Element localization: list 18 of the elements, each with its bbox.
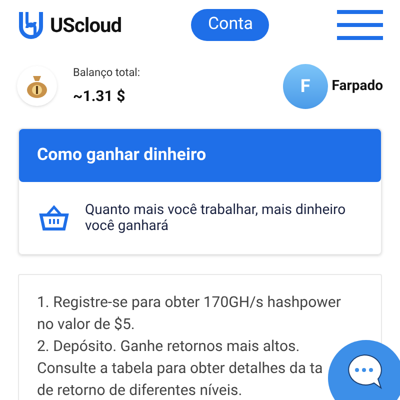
brand-name: UScloud — [50, 12, 122, 39]
account-button[interactable]: Conta — [191, 9, 270, 41]
balance-amount: ~1.31 $ — [73, 86, 126, 107]
user-avatar: F — [282, 64, 328, 108]
logo-icon — [18, 10, 44, 40]
step-text-line: 1. Registre-se para obter 170GH/s hashpower — [37, 292, 341, 313]
step-text-line: no valor de $5. — [37, 314, 135, 335]
step-text-line: Consulte a tabela para obter detalhes da ta — [37, 358, 323, 379]
chat-button[interactable] — [328, 340, 400, 400]
step-text-line: de retorno de diferentes níveis. — [37, 380, 242, 400]
card-header: Como ganhar dinheiro — [19, 129, 381, 182]
menu-icon[interactable] — [337, 10, 383, 40]
step-text-line: 2. Depósito. Ganhe retornos mais altos. — [37, 336, 300, 357]
user-name: Farpado — [332, 76, 383, 96]
tip-text: Quanto mais você trabalhar, mais dinheiro você ganhará — [85, 202, 347, 234]
money-bag-icon — [17, 66, 57, 106]
balance-label: Balanço total: — [73, 64, 140, 80]
basket-icon — [39, 205, 69, 231]
